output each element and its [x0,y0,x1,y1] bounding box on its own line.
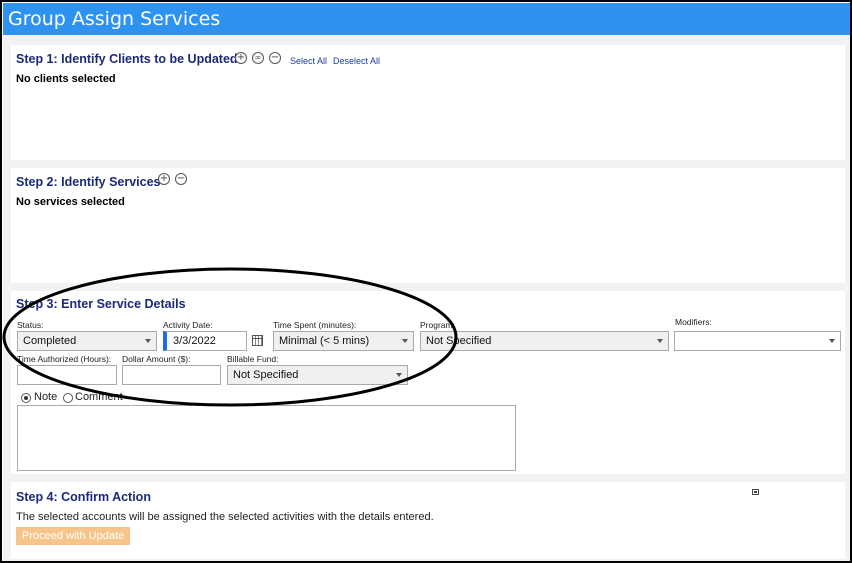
select-all-link[interactable]: Select All [290,56,327,66]
no-services-message: No services selected [16,196,125,208]
note-radio[interactable] [21,393,31,403]
step3-title: Step 3: Enter Service Details [16,297,186,311]
time-spent-value: Minimal (< 5 mins) [279,335,370,347]
status-value: Completed [23,335,77,347]
deselect-all-link[interactable]: Deselect All [333,56,380,66]
comment-radio[interactable] [63,393,73,403]
export-icon[interactable] [752,489,759,495]
time-spent-label: Time Spent (minutes): [273,320,357,330]
time-authorized-input[interactable] [17,365,117,385]
status-select[interactable]: Completed [17,331,157,351]
dollar-amount-input[interactable] [122,365,221,385]
plus-circle-icon[interactable]: + [235,52,247,64]
comment-radio-label: Comment [75,391,123,403]
chevron-down-icon [396,373,402,377]
program-select[interactable]: Not Specified [420,331,669,351]
window-frame: Group Assign Services Step 1: Identify C… [0,0,852,563]
chevron-down-icon [829,339,835,343]
link-circle-icon[interactable]: ∞ [252,52,264,64]
step1-title: Step 1: Identify Clients to be Updated [16,52,238,66]
no-clients-message: No clients selected [16,73,116,85]
billable-fund-select[interactable]: Not Specified [227,365,408,385]
step4-title: Step 4: Confirm Action [16,490,151,504]
confirm-description: The selected accounts will be assigned t… [16,511,434,523]
modifiers-label: Modifiers: [675,317,712,327]
dollar-amount-label: Dollar Amount ($): [122,354,191,364]
time-authorized-label: Time Authorized (Hours): [17,354,112,364]
minus-circle-icon[interactable]: − [269,52,281,64]
step3-section: Step 3: Enter Service Details Status: Co… [11,291,845,474]
proceed-with-update-button[interactable]: Proceed with Update [16,527,131,545]
chevron-down-icon [145,339,151,343]
note-radio-label: Note [34,391,58,403]
plus-circle-icon[interactable]: + [158,173,170,185]
title-bar: Group Assign Services [3,3,850,35]
modifiers-select[interactable] [674,331,841,351]
activity-date-label: Activity Date: [163,320,213,330]
chevron-down-icon [657,339,663,343]
program-label: Program: [420,320,455,330]
step1-section: Step 1: Identify Clients to be Updated +… [11,45,845,160]
chevron-down-icon [402,339,408,343]
activity-date-value: 3/3/2022 [173,335,216,347]
window-title: Group Assign Services [8,8,221,30]
minus-circle-icon[interactable]: − [175,173,187,185]
time-spent-select[interactable]: Minimal (< 5 mins) [273,331,414,351]
status-label: Status: [17,320,44,330]
content-area: Step 1: Identify Clients to be Updated +… [3,35,850,561]
billable-fund-label: Billable Fund: [227,354,279,364]
step2-title: Step 2: Identify Services [16,175,161,189]
step4-section: Step 4: Confirm Action The selected acco… [11,482,845,559]
calendar-icon[interactable] [252,335,263,346]
note-textarea[interactable] [17,405,516,471]
step2-section: Step 2: Identify Services + − No service… [11,168,845,283]
program-value: Not Specified [426,335,492,347]
activity-date-input[interactable]: 3/3/2022 [163,331,247,351]
billable-fund-value: Not Specified [233,369,299,381]
